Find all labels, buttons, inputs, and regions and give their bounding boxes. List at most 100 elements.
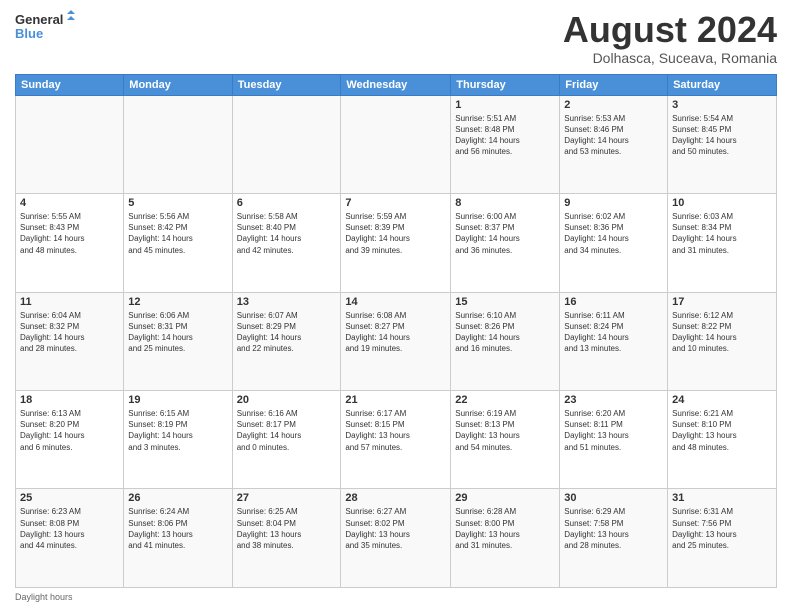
calendar-cell: 3 Sunrise: 5:54 AM Sunset: 8:45 PM Daylig… xyxy=(668,95,777,193)
day-info: Sunrise: 6:02 AM Sunset: 8:36 PM Dayligh… xyxy=(564,211,663,256)
day-info: Sunrise: 6:10 AM Sunset: 8:26 PM Dayligh… xyxy=(455,310,555,355)
calendar-cell: 7Sunrise: 5:59 AM Sunset: 8:39 PM Daylig… xyxy=(341,194,451,292)
day-info: Sunrise: 5:56 AM Sunset: 8:42 PM Dayligh… xyxy=(128,211,227,256)
calendar-cell: 9 Sunrise: 6:02 AM Sunset: 8:36 PM Daylig… xyxy=(560,194,668,292)
weekday-header-friday: Friday xyxy=(560,74,668,95)
weekday-header-saturday: Saturday xyxy=(668,74,777,95)
calendar-cell: 10Sunrise: 6:03 AM Sunset: 8:34 PM Dayli… xyxy=(668,194,777,292)
calendar-cell: 24Sunrise: 6:21 AM Sunset: 8:10 PM Dayli… xyxy=(668,391,777,489)
page: General Blue August 2024 Dolhasca, Sucea… xyxy=(0,0,792,612)
day-info: Sunrise: 5:58 AM Sunset: 8:40 PM Dayligh… xyxy=(237,211,337,256)
calendar-cell: 14 Sunrise: 6:08 AM Sunset: 8:27 PM Dayli… xyxy=(341,292,451,390)
day-info: Sunrise: 6:16 AM Sunset: 8:17 PM Dayligh… xyxy=(237,408,337,453)
calendar-cell: 28 Sunrise: 6:27 AM Sunset: 8:02 PM Dayli… xyxy=(341,489,451,588)
calendar-week-1: 1Sunrise: 5:51 AM Sunset: 8:48 PM Daylig… xyxy=(16,95,777,193)
calendar-cell: 29Sunrise: 6:28 AM Sunset: 8:00 PM Dayli… xyxy=(451,489,560,588)
day-info: Sunrise: 6:08 AM Sunset: 8:27 PM Dayligh… xyxy=(345,310,446,355)
day-number: 28 xyxy=(345,492,446,504)
logo: General Blue xyxy=(15,10,75,46)
day-number: 19 xyxy=(128,394,227,406)
day-number: 31 xyxy=(672,492,772,504)
calendar-cell xyxy=(16,95,124,193)
day-info: Sunrise: 6:23 AM Sunset: 8:08 PM Dayligh… xyxy=(20,506,119,551)
header: General Blue August 2024 Dolhasca, Sucea… xyxy=(15,10,777,66)
day-number: 23 xyxy=(564,394,663,406)
svg-text:Blue: Blue xyxy=(15,26,43,41)
day-number: 17 xyxy=(672,296,772,308)
day-number: 18 xyxy=(20,394,119,406)
day-number: 20 xyxy=(237,394,337,406)
day-info: Sunrise: 6:25 AM Sunset: 8:04 PM Dayligh… xyxy=(237,506,337,551)
weekday-header-wednesday: Wednesday xyxy=(341,74,451,95)
day-info: Sunrise: 5:55 AM Sunset: 8:43 PM Dayligh… xyxy=(20,211,119,256)
calendar-cell: 30 Sunrise: 6:29 AM Sunset: 7:58 PM Dayli… xyxy=(560,489,668,588)
day-info: Sunrise: 6:28 AM Sunset: 8:00 PM Dayligh… xyxy=(455,506,555,551)
calendar-cell xyxy=(232,95,341,193)
weekday-header-thursday: Thursday xyxy=(451,74,560,95)
day-info: Sunrise: 6:17 AM Sunset: 8:15 PM Dayligh… xyxy=(345,408,446,453)
day-info: Sunrise: 6:29 AM Sunset: 7:58 PM Dayligh… xyxy=(564,506,663,551)
day-number: 25 xyxy=(20,492,119,504)
svg-text:General: General xyxy=(15,12,63,27)
weekday-header-sunday: Sunday xyxy=(16,74,124,95)
calendar-cell: 21 Sunrise: 6:17 AM Sunset: 8:15 PM Dayli… xyxy=(341,391,451,489)
calendar-cell: 12 Sunrise: 6:06 AM Sunset: 8:31 PM Dayli… xyxy=(124,292,232,390)
calendar-cell: 11 Sunrise: 6:04 AM Sunset: 8:32 PM Dayli… xyxy=(16,292,124,390)
calendar-cell: 23Sunrise: 6:20 AM Sunset: 8:11 PM Dayli… xyxy=(560,391,668,489)
logo-svg: General Blue xyxy=(15,10,75,46)
day-number: 22 xyxy=(455,394,555,406)
day-number: 24 xyxy=(672,394,772,406)
day-info: Sunrise: 6:31 AM Sunset: 7:56 PM Dayligh… xyxy=(672,506,772,551)
calendar-cell: 31 Sunrise: 6:31 AM Sunset: 7:56 PM Dayli… xyxy=(668,489,777,588)
calendar-cell: 18 Sunrise: 6:13 AM Sunset: 8:20 PM Dayli… xyxy=(16,391,124,489)
day-number: 13 xyxy=(237,296,337,308)
day-number: 30 xyxy=(564,492,663,504)
calendar-cell: 20 Sunrise: 6:16 AM Sunset: 8:17 PM Dayli… xyxy=(232,391,341,489)
day-number: 14 xyxy=(345,296,446,308)
day-info: Sunrise: 6:12 AM Sunset: 8:22 PM Dayligh… xyxy=(672,310,772,355)
day-number: 5 xyxy=(128,197,227,209)
day-info: Sunrise: 6:27 AM Sunset: 8:02 PM Dayligh… xyxy=(345,506,446,551)
calendar-cell xyxy=(124,95,232,193)
title-block: August 2024 Dolhasca, Suceava, Romania xyxy=(563,10,777,66)
day-number: 15 xyxy=(455,296,555,308)
calendar-cell: 22Sunrise: 6:19 AM Sunset: 8:13 PM Dayli… xyxy=(451,391,560,489)
day-number: 27 xyxy=(237,492,337,504)
day-number: 12 xyxy=(128,296,227,308)
calendar-cell: 2 Sunrise: 5:53 AM Sunset: 8:46 PM Daylig… xyxy=(560,95,668,193)
day-number: 9 xyxy=(564,197,663,209)
calendar-week-2: 4 Sunrise: 5:55 AM Sunset: 8:43 PM Daylig… xyxy=(16,194,777,292)
calendar-cell: 17 Sunrise: 6:12 AM Sunset: 8:22 PM Dayli… xyxy=(668,292,777,390)
day-number: 7 xyxy=(345,197,446,209)
calendar-week-3: 11 Sunrise: 6:04 AM Sunset: 8:32 PM Dayli… xyxy=(16,292,777,390)
weekday-header-tuesday: Tuesday xyxy=(232,74,341,95)
day-info: Sunrise: 6:04 AM Sunset: 8:32 PM Dayligh… xyxy=(20,310,119,355)
location-subtitle: Dolhasca, Suceava, Romania xyxy=(563,50,777,66)
calendar-cell: 27 Sunrise: 6:25 AM Sunset: 8:04 PM Dayli… xyxy=(232,489,341,588)
calendar-cell: 26 Sunrise: 6:24 AM Sunset: 8:06 PM Dayli… xyxy=(124,489,232,588)
day-info: Sunrise: 5:54 AM Sunset: 8:45 PM Dayligh… xyxy=(672,113,772,158)
calendar-table: SundayMondayTuesdayWednesdayThursdayFrid… xyxy=(15,74,777,588)
calendar-cell: 13Sunrise: 6:07 AM Sunset: 8:29 PM Dayli… xyxy=(232,292,341,390)
day-info: Sunrise: 5:53 AM Sunset: 8:46 PM Dayligh… xyxy=(564,113,663,158)
day-info: Sunrise: 6:00 AM Sunset: 8:37 PM Dayligh… xyxy=(455,211,555,256)
day-info: Sunrise: 6:13 AM Sunset: 8:20 PM Dayligh… xyxy=(20,408,119,453)
day-number: 16 xyxy=(564,296,663,308)
day-number: 26 xyxy=(128,492,227,504)
day-info: Sunrise: 6:03 AM Sunset: 8:34 PM Dayligh… xyxy=(672,211,772,256)
day-number: 8 xyxy=(455,197,555,209)
day-number: 1 xyxy=(455,99,555,111)
day-info: Sunrise: 6:06 AM Sunset: 8:31 PM Dayligh… xyxy=(128,310,227,355)
day-number: 4 xyxy=(20,197,119,209)
calendar-cell: 1Sunrise: 5:51 AM Sunset: 8:48 PM Daylig… xyxy=(451,95,560,193)
day-number: 21 xyxy=(345,394,446,406)
day-info: Sunrise: 6:24 AM Sunset: 8:06 PM Dayligh… xyxy=(128,506,227,551)
day-number: 11 xyxy=(20,296,119,308)
day-info: Sunrise: 6:15 AM Sunset: 8:19 PM Dayligh… xyxy=(128,408,227,453)
weekday-header-monday: Monday xyxy=(124,74,232,95)
calendar-cell: 25 Sunrise: 6:23 AM Sunset: 8:08 PM Dayli… xyxy=(16,489,124,588)
day-number: 2 xyxy=(564,99,663,111)
calendar-cell xyxy=(341,95,451,193)
day-number: 3 xyxy=(672,99,772,111)
calendar-cell: 8 Sunrise: 6:00 AM Sunset: 8:37 PM Daylig… xyxy=(451,194,560,292)
